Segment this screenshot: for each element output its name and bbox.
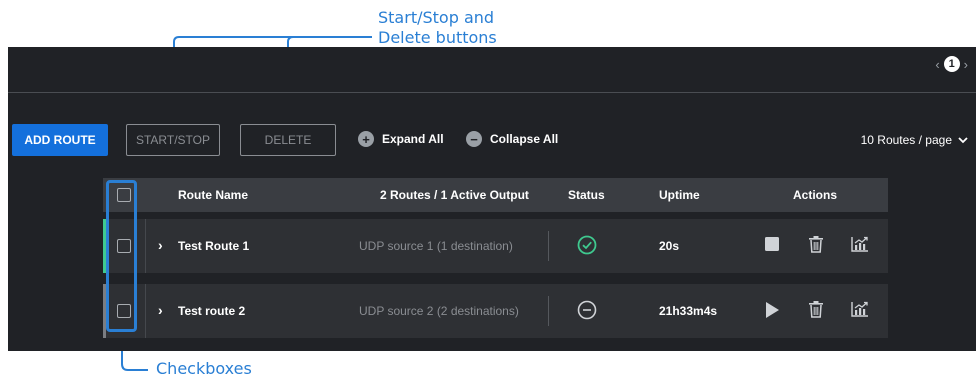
trash-icon[interactable] bbox=[808, 300, 824, 318]
add-route-button[interactable]: ADD ROUTE bbox=[12, 124, 108, 156]
panel-divider bbox=[8, 92, 976, 93]
delete-button[interactable]: DELETE bbox=[240, 124, 336, 156]
table-header: Route Name 2 Routes / 1 Active Output St… bbox=[103, 178, 888, 212]
route-name: Test route 2 bbox=[178, 304, 246, 318]
minus-circle-icon: − bbox=[466, 131, 482, 147]
analytics-chart-icon[interactable] bbox=[851, 301, 869, 317]
row-divider bbox=[145, 284, 146, 338]
expand-row-icon[interactable]: › bbox=[158, 302, 163, 318]
expand-all-label: Expand All bbox=[382, 132, 444, 146]
stop-icon[interactable] bbox=[764, 236, 780, 252]
col-outputs: 2 Routes / 1 Active Output bbox=[380, 188, 529, 202]
col-uptime[interactable]: Uptime bbox=[659, 188, 700, 202]
expand-all-button[interactable]: + Expand All bbox=[358, 131, 444, 147]
col-status: Status bbox=[568, 188, 605, 202]
start-stop-button[interactable]: START/STOP bbox=[126, 124, 220, 156]
chevron-down-icon bbox=[958, 137, 968, 144]
table-row[interactable]: › Test route 2 UDP source 2 (2 destinati… bbox=[103, 284, 888, 338]
buttons-callout: Start/Stop and Delete buttons bbox=[378, 8, 497, 47]
pagination: ‹ 1 › bbox=[935, 56, 968, 72]
routes-per-page-select[interactable]: 10 Routes / page bbox=[861, 133, 968, 147]
expand-row-icon[interactable]: › bbox=[158, 237, 163, 253]
route-output: UDP source 2 (2 destinations) bbox=[359, 304, 519, 318]
route-uptime: 21h33m4s bbox=[659, 304, 718, 318]
analytics-chart-icon[interactable] bbox=[851, 236, 869, 252]
route-name: Test Route 1 bbox=[178, 239, 250, 253]
table-row[interactable]: › Test Route 1 UDP source 1 (1 destinati… bbox=[103, 219, 888, 273]
play-icon[interactable] bbox=[764, 301, 780, 319]
row-divider bbox=[548, 231, 549, 261]
checkboxes-highlight bbox=[106, 180, 137, 332]
current-page-badge[interactable]: 1 bbox=[943, 56, 960, 72]
col-route-name[interactable]: Route Name bbox=[178, 188, 248, 202]
per-page-label: 10 Routes / page bbox=[860, 133, 952, 147]
collapse-all-label: Collapse All bbox=[490, 132, 559, 146]
row-divider bbox=[145, 219, 146, 273]
prev-page-icon[interactable]: ‹ bbox=[935, 57, 939, 72]
check-circle-icon bbox=[577, 235, 597, 255]
collapse-all-button[interactable]: − Collapse All bbox=[466, 131, 558, 147]
col-actions: Actions bbox=[793, 188, 838, 202]
route-output: UDP source 1 (1 destination) bbox=[359, 239, 513, 253]
plus-circle-icon: + bbox=[358, 131, 374, 147]
trash-icon[interactable] bbox=[808, 235, 824, 253]
next-page-icon[interactable]: › bbox=[964, 57, 968, 72]
route-uptime: 20s bbox=[659, 239, 680, 253]
checkboxes-callout: Checkboxes bbox=[156, 359, 252, 378]
row-divider bbox=[548, 296, 549, 326]
minus-circle-icon bbox=[577, 300, 597, 320]
